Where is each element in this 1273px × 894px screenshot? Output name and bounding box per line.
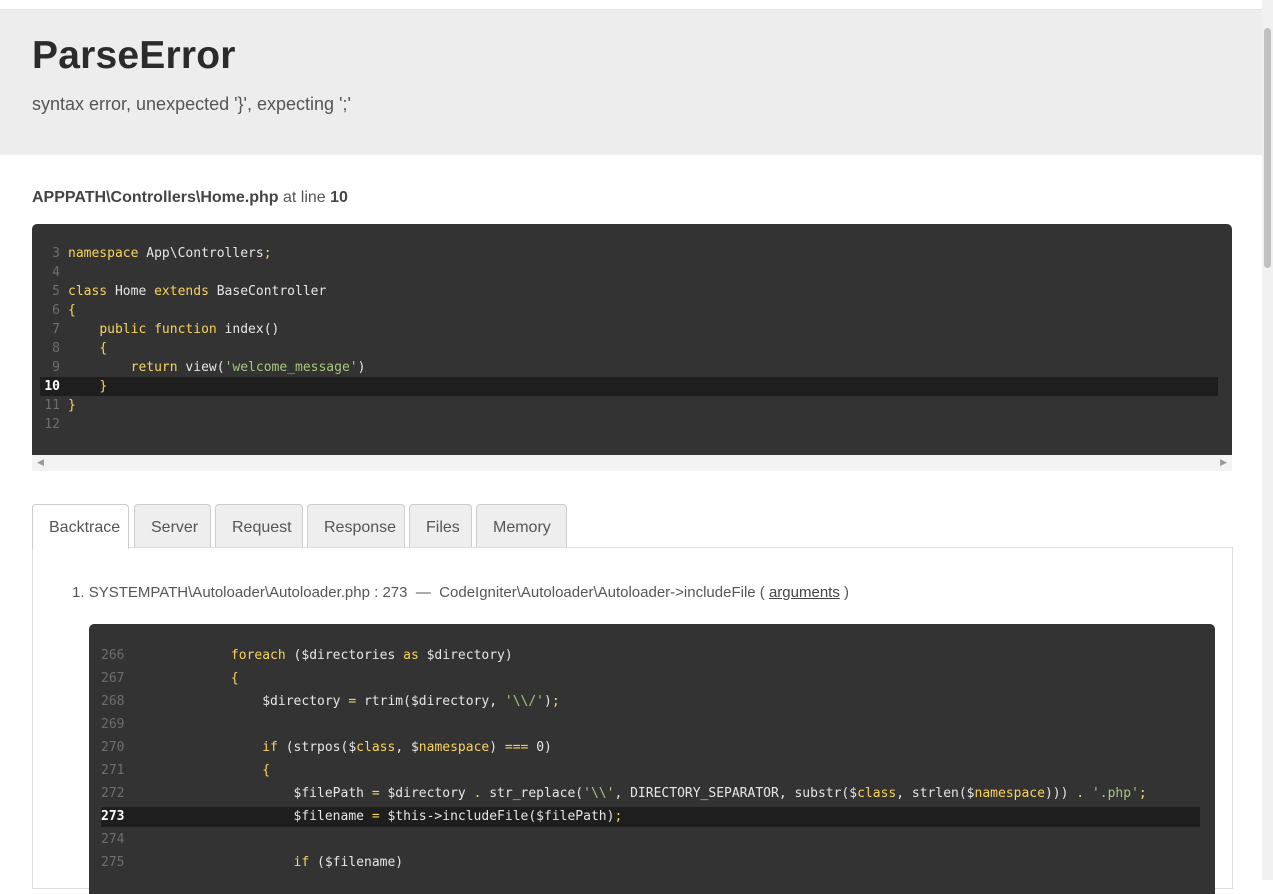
backtrace-code-line: 274 — [101, 830, 1200, 850]
backtrace-line-text: { — [262, 763, 271, 778]
source-code-line: 7 public function index() — [40, 320, 1218, 339]
backtrace-line-text: $directory = rtrim($directory, '\\/'); — [137, 694, 560, 709]
backtrace-item-number: 1. — [72, 584, 85, 601]
error-title: ParseError — [32, 34, 236, 77]
scroll-right-arrow-icon[interactable]: ▶ — [1220, 457, 1227, 468]
top-border — [0, 0, 1262, 10]
tab-response[interactable]: Response — [307, 504, 405, 547]
backtrace-source-block: 266 foreach ($directories as $directory)… — [89, 624, 1215, 894]
source-line-number: 5 — [52, 284, 60, 299]
source-line-number: 9 — [52, 360, 60, 375]
backtrace-line-number: 270 — [101, 740, 125, 755]
error-file-path: APPPATH\Controllers\Home.php — [32, 189, 279, 206]
source-code-line: 6{ — [40, 301, 1218, 320]
page-scrollbar[interactable] — [1262, 0, 1273, 880]
source-code-line: 12 — [40, 415, 1218, 434]
source-code-line: 3 namespace App\Controllers; — [40, 244, 1218, 263]
source-code-line: 10 } — [40, 377, 1218, 396]
backtrace-line-number: 275 — [101, 855, 125, 870]
source-line-number: 12 — [44, 417, 60, 432]
source-line-number: 7 — [52, 322, 60, 337]
source-line-text: { — [99, 341, 108, 356]
backtrace-separator: — — [415, 584, 431, 601]
source-line-text: return view('welcome_message') — [130, 360, 366, 375]
backtrace-line-number: 273 — [101, 809, 125, 824]
tab-request[interactable]: Request — [215, 504, 303, 547]
error-header: ParseError syntax error, unexpected '}',… — [0, 10, 1262, 155]
source-code-block: 3 namespace App\Controllers; 4 5 class Home … — [32, 224, 1232, 455]
backtrace-line-text: $filename = $this->includeFile($filePath… — [137, 809, 623, 824]
source-code-line: 11} — [40, 396, 1218, 415]
backtrace-line-text: if (strpos($class, $namespace) === 0) — [262, 740, 552, 755]
error-location: APPPATH\Controllers\Home.php at line 10 — [32, 189, 348, 207]
source-line-number: 11 — [44, 398, 60, 413]
backtrace-code-line: 270 if (strpos($class, $namespace) === 0… — [101, 738, 1200, 758]
backtrace-code-line: 271 { — [101, 761, 1200, 781]
backtrace-line-number: 274 — [101, 832, 125, 847]
source-line-number: 6 — [52, 303, 60, 318]
error-message: syntax error, unexpected '}', expecting … — [32, 94, 351, 114]
source-line-text: namespace App\Controllers; — [68, 246, 272, 261]
backtrace-line-number: 271 — [101, 763, 125, 778]
tab-server[interactable]: Server — [134, 504, 211, 547]
tab-backtrace[interactable]: Backtrace — [32, 504, 129, 549]
backtrace-code-line: 275 if ($filename) — [101, 853, 1200, 873]
source-line-number: 4 — [52, 265, 60, 280]
backtrace-line-text: foreach ($directories as $directory) — [230, 648, 513, 663]
backtrace-line-number: 268 — [101, 694, 125, 709]
source-code-line: 8 { — [40, 339, 1218, 358]
backtrace-code-line: 269 — [101, 715, 1200, 735]
backtrace-line-text: if ($filename) — [293, 855, 404, 870]
arguments-link[interactable]: arguments — [769, 584, 840, 601]
backtrace-line-number: 269 — [101, 717, 125, 732]
backtrace-line-number: 266 — [101, 648, 125, 663]
backtrace-code-line: 272 $filePath = $directory . str_replace… — [101, 784, 1200, 804]
backtrace-code-line: 267 { — [101, 669, 1200, 689]
tab-memory[interactable]: Memory — [476, 504, 567, 547]
source-horizontal-scrollbar[interactable]: ◀ ▶ — [32, 455, 1232, 471]
backtrace-item-header: 1. SYSTEMPATH\Autoloader\Autoloader.php … — [72, 584, 849, 601]
source-line-text: class Home extends BaseController — [68, 284, 327, 299]
source-code-line: 9 return view('welcome_message') — [40, 358, 1218, 377]
source-code-line: 5 class Home extends BaseController — [40, 282, 1218, 301]
backtrace-line-text: { — [230, 671, 239, 686]
backtrace-code-line: 273 $filename = $this->includeFile($file… — [101, 807, 1200, 827]
source-line-number: 3 — [52, 246, 60, 261]
source-line-number: 8 — [52, 341, 60, 356]
source-line-number: 10 — [44, 379, 60, 394]
error-line-number: 10 — [330, 189, 348, 206]
backtrace-function: CodeIgniter\Autoloader\Autoloader->inclu… — [439, 584, 765, 601]
source-line-text: public function index() — [99, 322, 280, 337]
backtrace-line-number: 272 — [101, 786, 125, 801]
backtrace-line-number: 267 — [101, 671, 125, 686]
source-code-line: 4 — [40, 263, 1218, 282]
backtrace-code-line: 266 foreach ($directories as $directory) — [101, 646, 1200, 666]
scrollbar-thumb[interactable] — [1264, 28, 1271, 268]
source-line-text: } — [68, 398, 76, 413]
backtrace-code-line: 268 $directory = rtrim($directory, '\\/'… — [101, 692, 1200, 712]
source-line-text: } — [99, 379, 108, 394]
backtrace-close: ) — [844, 584, 850, 601]
source-line-text: { — [68, 303, 76, 318]
backtrace-line-text: $filePath = $directory . str_replace('\\… — [137, 786, 1147, 801]
backtrace-file: SYSTEMPATH\Autoloader\Autoloader.php : 2… — [88, 584, 408, 601]
scroll-left-arrow-icon[interactable]: ◀ — [37, 457, 44, 468]
error-at-text: at line — [282, 189, 326, 206]
tab-files[interactable]: Files — [409, 504, 472, 547]
